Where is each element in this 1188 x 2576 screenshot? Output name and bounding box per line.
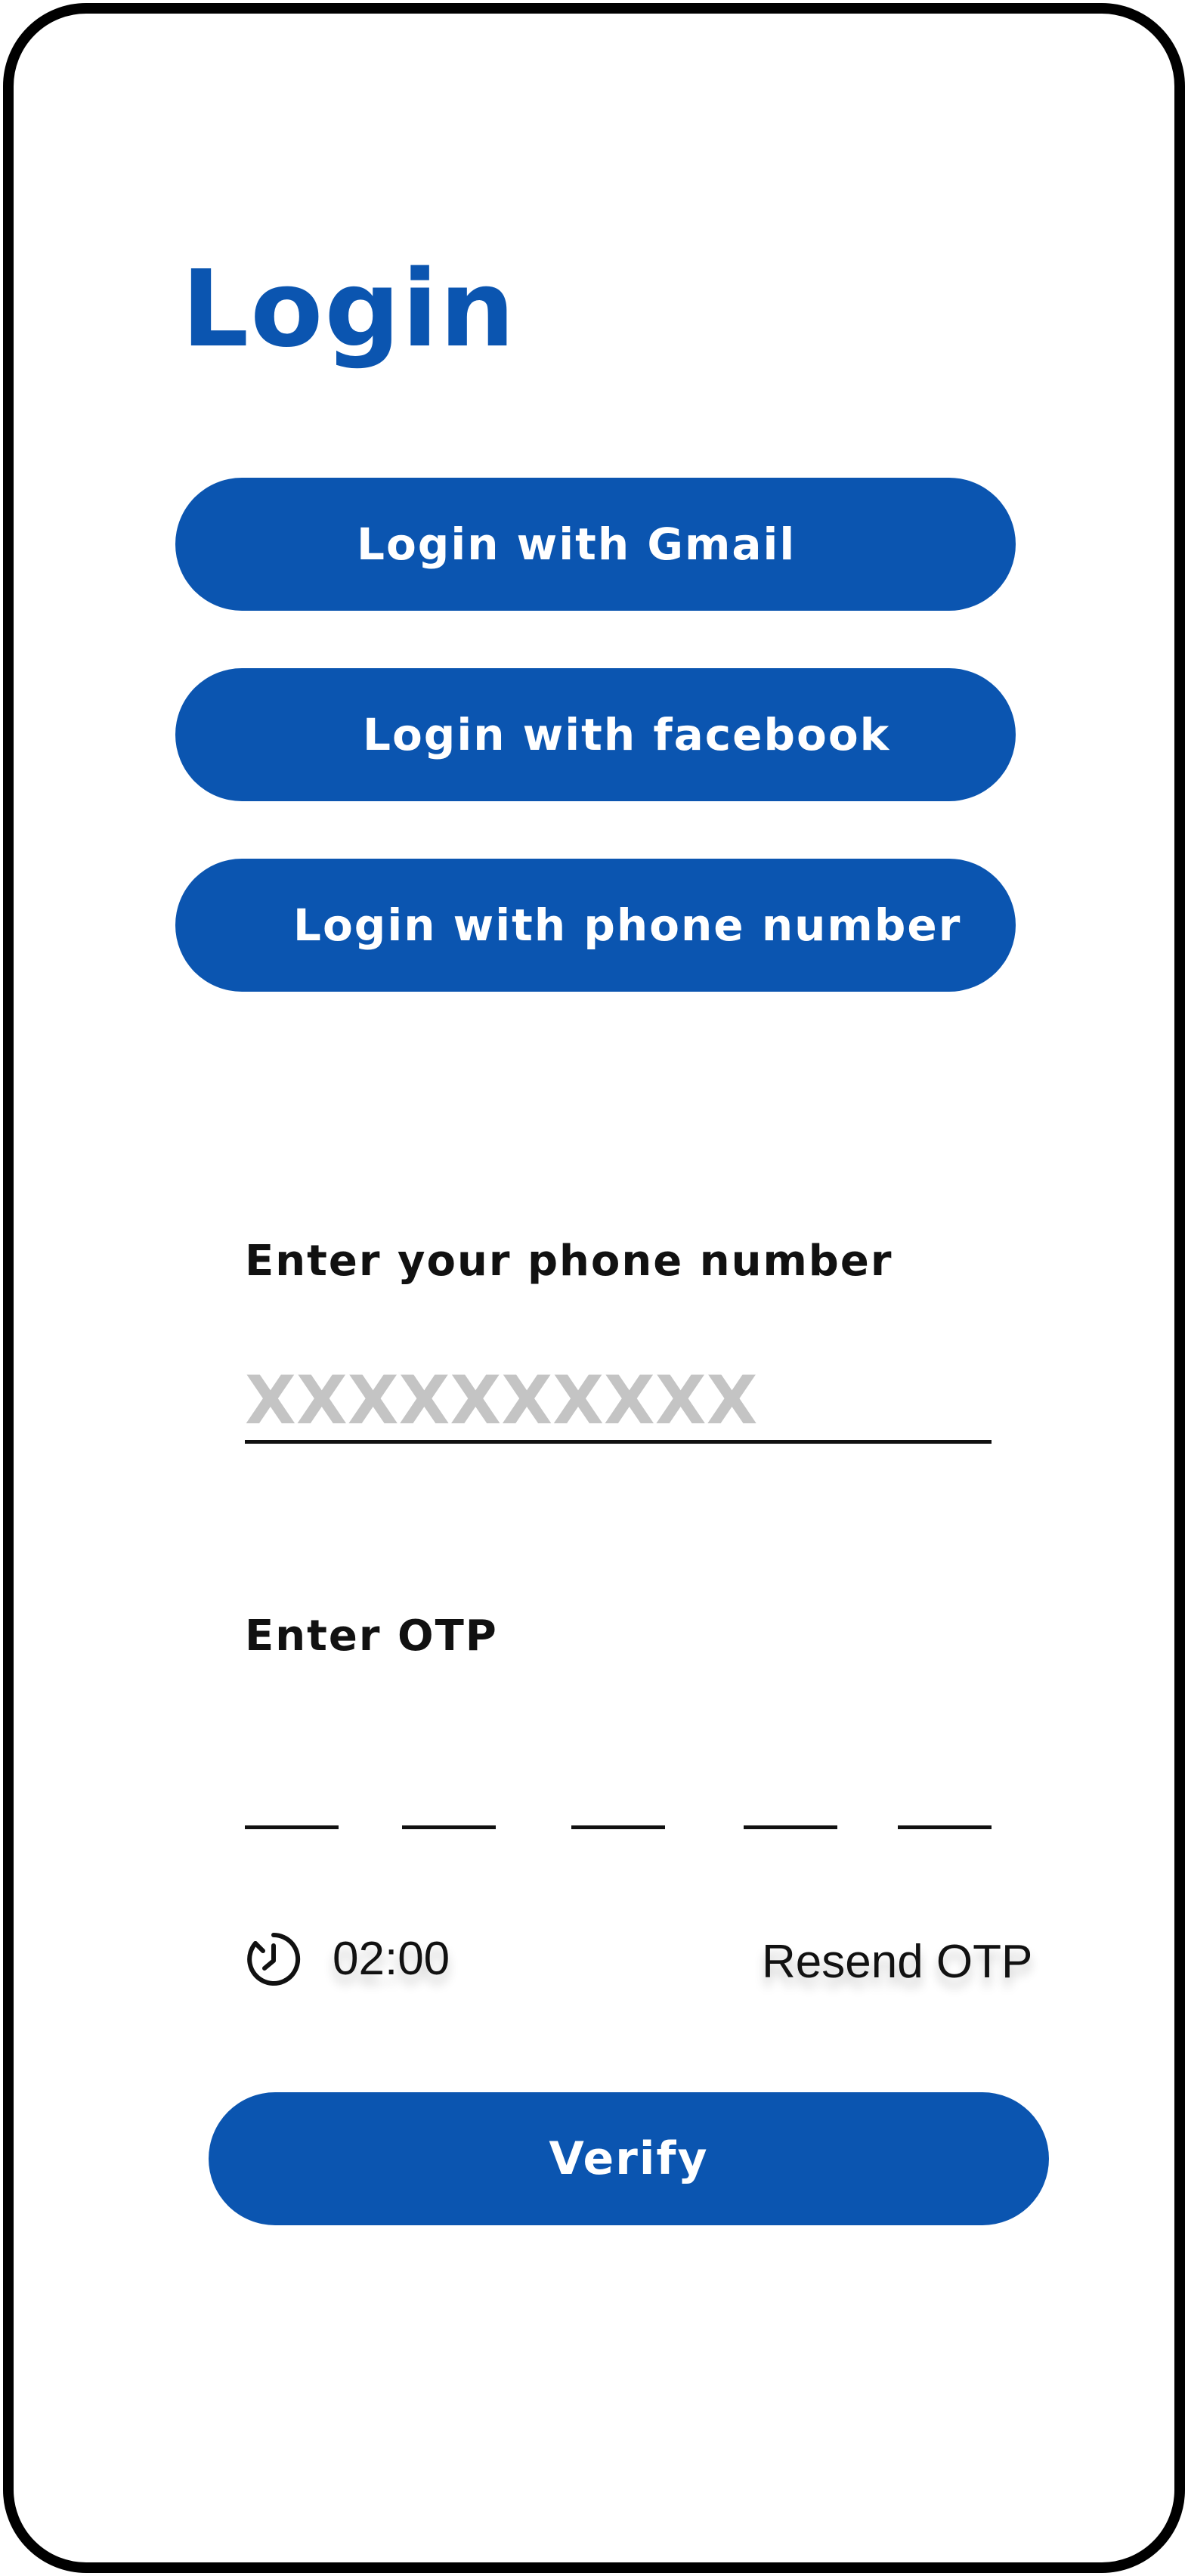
timer-icon bbox=[247, 1932, 301, 1986]
phone-number-input[interactable] bbox=[245, 1361, 992, 1444]
login-with-facebook-button[interactable]: Login with facebook bbox=[175, 668, 1016, 801]
page-title: Login bbox=[181, 248, 517, 371]
phone-number-label: Enter your phone number bbox=[245, 1237, 893, 1286]
otp-countdown-timer: 02:00 bbox=[333, 1933, 450, 1985]
otp-digit-1[interactable] bbox=[245, 1791, 339, 1829]
otp-label: Enter OTP bbox=[245, 1612, 498, 1661]
otp-digit-5[interactable] bbox=[898, 1791, 992, 1829]
otp-digit-4[interactable] bbox=[744, 1791, 837, 1829]
verify-button[interactable]: Verify bbox=[209, 2092, 1049, 2225]
otp-digit-2[interactable] bbox=[402, 1791, 496, 1829]
otp-digit-3[interactable] bbox=[571, 1791, 665, 1829]
login-with-gmail-button[interactable]: Login with Gmail bbox=[175, 478, 1016, 611]
resend-otp-link[interactable]: Resend OTP bbox=[762, 1935, 1032, 1989]
login-with-phone-button[interactable]: Login with phone number bbox=[175, 859, 1016, 992]
